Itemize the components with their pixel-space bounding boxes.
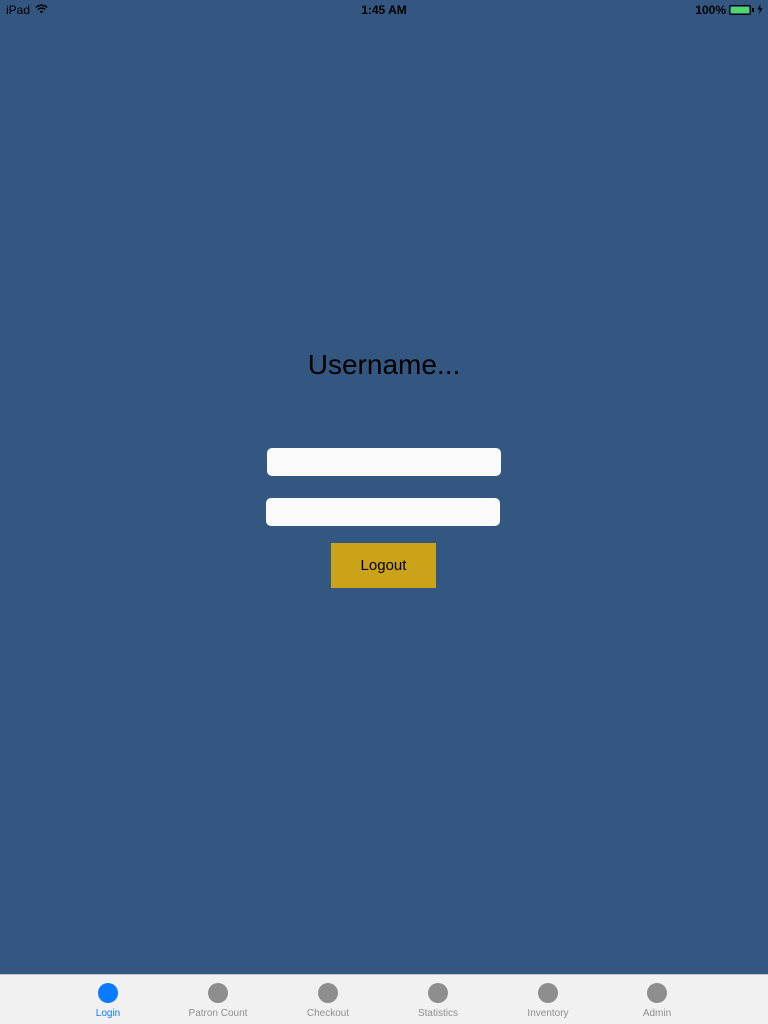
status-bar: iPad 1:45 AM 100% [0,0,768,20]
tab-login[interactable]: Login [63,975,153,1024]
tab-label: Login [95,1008,121,1019]
password-field[interactable] [266,498,500,526]
tab-admin[interactable]: Admin [612,975,702,1024]
tab-checkout[interactable]: Checkout [283,975,373,1024]
battery-icon [729,5,751,15]
tab-label: Patron Count [188,1008,248,1019]
tab-bar: Login Patron Count Checkout Statistics I… [0,974,768,1024]
tab-label: Inventory [527,1008,569,1019]
inventory-tab-icon [538,983,558,1003]
tab-inventory[interactable]: Inventory [503,975,593,1024]
tab-statistics[interactable]: Statistics [393,975,483,1024]
charging-icon [757,3,763,17]
battery-nub [752,8,754,12]
admin-tab-icon [647,983,667,1003]
tab-label: Checkout [306,1008,350,1019]
checkout-tab-icon [318,983,338,1003]
status-time: 1:45 AM [361,3,407,17]
patron-count-tab-icon [208,983,228,1003]
username-field[interactable] [267,448,501,476]
tab-patron-count[interactable]: Patron Count [173,975,263,1024]
tab-label: Admin [642,1008,672,1019]
battery-percent: 100% [695,3,726,17]
battery-fill [731,7,749,13]
statistics-tab-icon [428,983,448,1003]
tab-label: Statistics [417,1008,458,1019]
login-tab-icon [98,983,118,1003]
username-heading: Username... [307,349,461,380]
logout-button[interactable]: Logout [331,543,436,588]
status-right: 100% [695,3,763,17]
